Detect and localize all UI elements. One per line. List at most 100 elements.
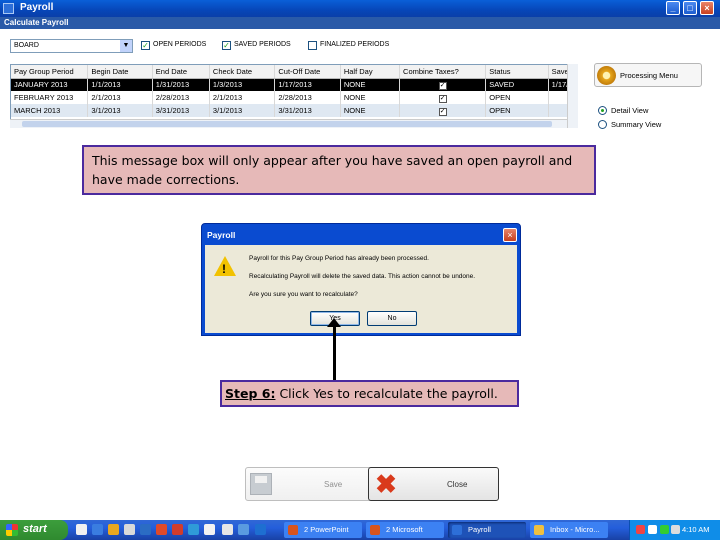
company-select-value: BOARD <box>14 42 39 49</box>
cell-combine: ✓ <box>399 78 487 91</box>
cell-begin: 3/1/2013 <box>87 104 153 117</box>
quicklaunch-icon[interactable] <box>140 524 151 535</box>
cell-check: 1/3/2013 <box>209 78 276 91</box>
window-title: Payroll <box>20 2 54 13</box>
detail-view-radio[interactable] <box>598 106 607 115</box>
combine-taxes-checkbox[interactable]: ✓ <box>438 81 447 90</box>
col-header[interactable]: Check Date <box>209 65 276 79</box>
clock: 4:10 AM <box>682 525 710 534</box>
chevron-down-icon[interactable]: ▼ <box>120 40 132 52</box>
table-row[interactable]: JANUARY 2013 1/1/2013 1/31/2013 1/3/2013… <box>11 78 577 91</box>
finalized-periods-checkbox[interactable] <box>308 41 317 50</box>
window-close-button[interactable]: × <box>700 1 714 15</box>
quicklaunch-icon[interactable] <box>172 524 183 535</box>
taskbar-item-label: Payroll <box>468 525 491 534</box>
col-header[interactable]: Combine Taxes? <box>399 65 487 79</box>
cell-combine: ✓ <box>399 104 487 117</box>
open-periods-checkbox[interactable]: ✓ <box>141 41 150 50</box>
quicklaunch-icon[interactable] <box>92 524 103 535</box>
quicklaunch-icon[interactable] <box>188 524 199 535</box>
taskbar-item-payroll[interactable]: Payroll <box>448 522 526 538</box>
taskbar-item-microsoft[interactable]: 2 Microsoft <box>366 522 444 538</box>
quicklaunch-icon[interactable] <box>222 524 233 535</box>
taskbar-item-powerpoint[interactable]: 2 PowerPoint <box>284 522 362 538</box>
screen-title: Calculate Payroll <box>4 18 69 27</box>
cell-check: 3/1/2013 <box>209 104 276 117</box>
col-header[interactable]: Half Day <box>340 65 401 79</box>
gear-icon <box>597 66 616 85</box>
scrollbar-thumb[interactable] <box>22 121 552 127</box>
dialog-message-line: Payroll for this Pay Group Period has al… <box>249 255 429 262</box>
col-header[interactable]: Status <box>485 65 549 79</box>
table-row[interactable]: FEBRUARY 2013 2/1/2013 2/28/2013 2/1/201… <box>11 91 577 104</box>
window-titlebar: Payroll _ □ × <box>0 0 720 17</box>
grid-horizontal-scrollbar[interactable] <box>10 119 567 128</box>
col-header[interactable]: Pay Group Period <box>11 65 89 79</box>
quicklaunch-icon[interactable] <box>124 524 135 535</box>
processing-menu-label: Processing Menu <box>620 71 678 80</box>
saved-periods-checkbox[interactable]: ✓ <box>222 41 231 50</box>
col-header[interactable]: Cut-Off Date <box>274 65 341 79</box>
dialog-body: ! Payroll for this Pay Group Period has … <box>205 245 517 333</box>
detail-view-label: Detail View <box>611 106 649 115</box>
col-header[interactable]: Begin Date <box>87 65 153 79</box>
tray-icon[interactable] <box>660 525 669 534</box>
finalized-periods-label: FINALIZED PERIODS <box>320 41 390 48</box>
quicklaunch-icon[interactable] <box>255 524 266 535</box>
save-button-label: Save <box>324 480 343 489</box>
powerpoint-icon <box>288 525 298 535</box>
close-x-icon: ✖ <box>375 469 397 499</box>
taskbar-item-label: Inbox - Micro... <box>550 525 600 534</box>
dialog-title: Payroll <box>207 230 236 240</box>
cell-half-day: NONE <box>340 104 401 117</box>
quicklaunch-icon[interactable] <box>156 524 167 535</box>
tray-icon[interactable] <box>636 525 645 534</box>
taskbar-item-inbox[interactable]: Inbox - Micro... <box>530 522 608 538</box>
close-button[interactable]: ✖ Close <box>368 467 499 501</box>
no-button[interactable]: No <box>367 311 417 326</box>
open-periods-label: OPEN PERIODS <box>153 41 207 48</box>
cell-end: 1/31/2013 <box>152 78 210 91</box>
summary-view-radio[interactable] <box>598 120 607 129</box>
combine-taxes-checkbox[interactable]: ✓ <box>438 107 447 116</box>
cell-status: OPEN <box>485 104 549 117</box>
minimize-button[interactable]: _ <box>666 1 680 15</box>
dialog-message-line: Recalculating Payroll will delete the sa… <box>249 273 476 280</box>
system-tray: 4:10 AM <box>629 520 720 540</box>
payroll-icon <box>452 525 462 535</box>
cell-period: FEBRUARY 2013 <box>11 91 89 104</box>
windows-logo-icon <box>6 524 18 536</box>
summary-view-label: Summary View <box>611 120 662 129</box>
start-label: start <box>23 523 47 535</box>
cell-half-day: NONE <box>340 78 401 91</box>
grid-vertical-scrollbar[interactable] <box>567 64 578 128</box>
quicklaunch-icon[interactable] <box>108 524 119 535</box>
taskbar-item-label: 2 PowerPoint <box>304 525 349 534</box>
company-select[interactable]: BOARD ▼ <box>10 39 133 53</box>
warning-mark: ! <box>222 262 226 276</box>
quicklaunch-icon[interactable] <box>76 524 87 535</box>
maximize-button[interactable]: □ <box>683 1 697 15</box>
save-button[interactable]: Save <box>245 467 376 501</box>
cell-period: MARCH 2013 <box>11 104 89 117</box>
cell-cutoff: 3/31/2013 <box>274 104 341 117</box>
cell-cutoff: 2/28/2013 <box>274 91 341 104</box>
combine-taxes-checkbox[interactable]: ✓ <box>438 94 447 103</box>
col-header[interactable]: End Date <box>152 65 210 79</box>
dialog-close-button[interactable]: × <box>503 228 517 242</box>
cell-combine: ✓ <box>399 91 487 104</box>
quicklaunch-icon[interactable] <box>204 524 215 535</box>
table-row[interactable]: MARCH 2013 3/1/2013 3/31/2013 3/1/2013 3… <box>11 104 577 117</box>
info-callout: This message box will only appear after … <box>82 145 596 195</box>
tray-icon[interactable] <box>648 525 657 534</box>
quicklaunch-icon[interactable] <box>238 524 249 535</box>
cell-status: SAVED <box>485 78 549 91</box>
tray-icon[interactable] <box>671 525 680 534</box>
step-instruction: Step 6: Click Yes to recalculate the pay… <box>220 380 519 407</box>
processing-menu-button[interactable]: Processing Menu <box>594 63 702 87</box>
step-label: Step 6: <box>225 386 276 401</box>
recalculate-dialog: Payroll × ! Payroll for this Pay Group P… <box>201 223 521 336</box>
cell-end: 2/28/2013 <box>152 91 210 104</box>
office-icon <box>370 525 380 535</box>
start-button[interactable]: start <box>0 520 68 540</box>
